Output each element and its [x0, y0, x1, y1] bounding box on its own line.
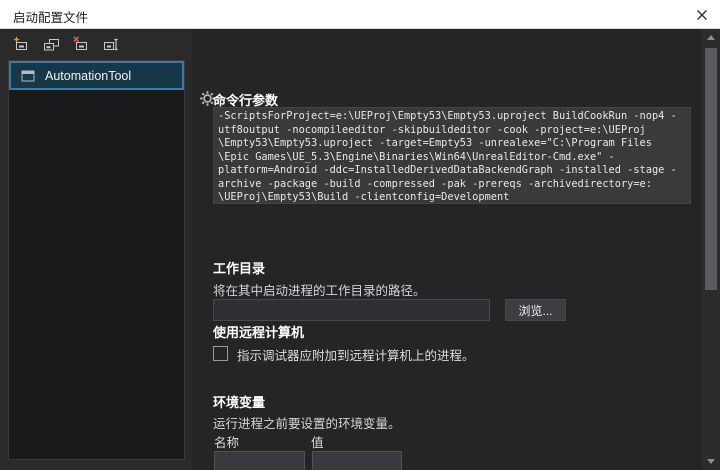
remote-machine-checkbox-label: 指示调试器应附加到远程计算机上的进程。 — [237, 345, 475, 364]
close-icon — [696, 9, 708, 21]
env-value-header: 值 — [311, 432, 324, 451]
delete-profile-button[interactable] — [70, 33, 92, 55]
working-directory-field — [213, 299, 490, 321]
dialog-title: 启动配置文件 — [13, 7, 88, 26]
scroll-down-button[interactable] — [702, 453, 720, 470]
duplicate-profile-icon — [42, 35, 60, 53]
remote-machine-checkbox[interactable] — [213, 346, 228, 361]
env-name-header: 名称 — [214, 432, 239, 451]
close-button[interactable] — [693, 6, 711, 24]
env-value-input[interactable] — [313, 452, 401, 470]
environment-variables-description: 运行进程之前要设置的环境变量。 — [213, 413, 401, 432]
scroll-up-button[interactable] — [702, 29, 720, 46]
left-panel: AutomationTool — [0, 29, 192, 470]
remote-machine-title: 使用远程计算机 — [213, 322, 304, 341]
env-name-input[interactable] — [215, 452, 304, 470]
profile-item-label: AutomationTool — [45, 69, 131, 83]
new-profile-icon — [12, 35, 30, 53]
delete-profile-icon — [72, 35, 90, 53]
profiles-list: AutomationTool — [8, 60, 185, 460]
working-directory-description: 将在其中启动进程的工作目录的路径。 — [213, 280, 426, 299]
duplicate-profile-button[interactable] — [40, 33, 62, 55]
rename-profile-icon — [102, 35, 120, 53]
titlebar: 启动配置文件 — [0, 0, 720, 29]
launch-profiles-dialog: 启动配置文件 — [0, 0, 720, 470]
scrollbar-thumb[interactable] — [705, 48, 717, 290]
scroll-up-icon — [707, 35, 715, 40]
scroll-down-icon — [707, 459, 715, 464]
browse-button[interactable]: 浏览... — [505, 299, 566, 321]
working-directory-input[interactable] — [214, 300, 489, 320]
rename-profile-button[interactable] — [100, 33, 122, 55]
command-line-textarea[interactable]: -ScriptsForProject=e:\UEProj\Empty53\Emp… — [213, 107, 691, 204]
env-value-field — [312, 451, 402, 470]
scrollbar[interactable] — [702, 29, 720, 470]
env-name-field — [214, 451, 305, 470]
environment-variables-title: 环境变量 — [213, 392, 265, 411]
window-icon — [21, 70, 35, 82]
profile-item-automationtool[interactable]: AutomationTool — [9, 61, 184, 90]
new-profile-button[interactable] — [10, 33, 32, 55]
settings-panel: 命令行参数 要传递给可执行文件的命令行参数。可以将参数分成多行。 -Script… — [192, 29, 702, 470]
working-directory-title: 工作目录 — [213, 258, 265, 277]
profiles-toolbar — [0, 29, 192, 59]
